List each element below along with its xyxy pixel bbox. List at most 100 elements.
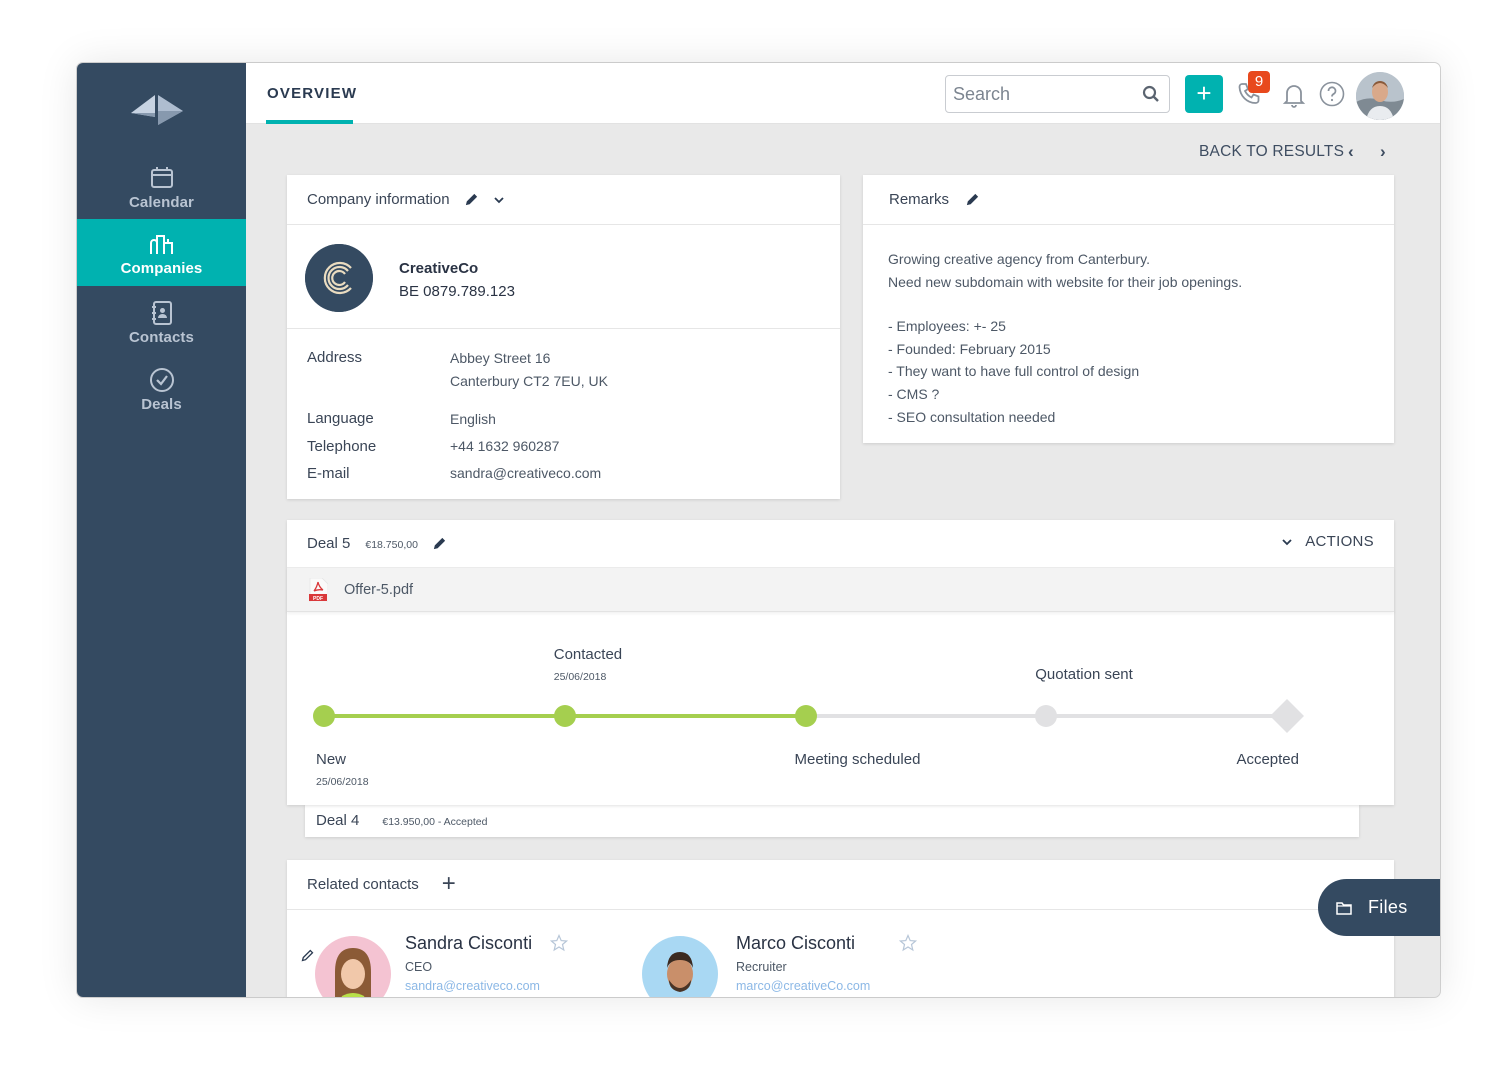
remark-line: Growing creative agency from Canterbury.	[888, 251, 1150, 267]
remark-line: - They want to have full control of desi…	[888, 363, 1140, 380]
pipeline-stage-marker[interactable]	[794, 705, 817, 727]
pipeline-segment	[805, 714, 1047, 718]
user-avatar[interactable]	[1356, 72, 1404, 120]
pipeline-stage-marker[interactable]	[553, 705, 576, 727]
sidebar-item-contacts[interactable]: Contacts	[77, 288, 246, 355]
telephone-value[interactable]: +44 1632 960287	[450, 438, 559, 454]
star-icon[interactable]	[550, 934, 568, 952]
related-contacts-card: Related contacts + Sandra Cisconti CEO s…	[287, 860, 1394, 997]
language-value: English	[450, 411, 496, 427]
sidebar-item-label: Companies	[120, 260, 203, 277]
bell-icon[interactable]	[1282, 82, 1306, 108]
active-tab-indicator	[266, 120, 353, 124]
chevron-down-icon	[1282, 538, 1292, 545]
sidebar-item-companies[interactable]: Companies	[77, 219, 246, 286]
next-result-button[interactable]: ›	[1380, 142, 1386, 162]
chevron-down-icon[interactable]	[493, 194, 505, 206]
address-book-icon	[151, 301, 172, 325]
remarks-card: Remarks Growing creative agency from Can…	[863, 175, 1394, 443]
sidebar-item-label: Deals	[141, 396, 182, 413]
company-logo-icon	[305, 244, 373, 312]
files-button[interactable]: Files	[1318, 879, 1440, 936]
sidebar-item-deals[interactable]: Deals	[77, 355, 246, 422]
contact-email[interactable]: sandra@creativeco.com	[405, 979, 540, 993]
svg-text:PDF: PDF	[313, 596, 323, 602]
contact-photo-icon	[642, 936, 718, 997]
deal-header: Deal 5 €18.750,00 ACTIONS	[287, 520, 1394, 567]
address-line-1: Abbey Street 16	[450, 350, 551, 366]
contact-role: Recruiter	[736, 960, 787, 974]
pipeline-stage-label: Contacted	[553, 646, 623, 663]
pipeline-stage-label: Quotation sent	[1035, 666, 1133, 683]
card-title: Related contacts	[307, 876, 419, 893]
help-icon[interactable]	[1319, 81, 1345, 107]
deal-amount: €18.750,00	[365, 538, 418, 551]
deal-title: Deal 5	[307, 535, 351, 552]
remark-line: Need new subdomain with website for thei…	[888, 273, 1243, 290]
sidebar-item-calendar[interactable]: Calendar	[77, 153, 246, 220]
edit-icon[interactable]	[965, 192, 980, 207]
contact-photo-icon	[315, 936, 391, 997]
card-header: Remarks	[863, 175, 1394, 225]
actions-label: ACTIONS	[1305, 533, 1374, 550]
file-name: Offer-5.pdf	[344, 581, 414, 598]
contact-role: CEO	[405, 960, 433, 974]
edit-contact-icon[interactable]	[301, 948, 315, 962]
add-button[interactable]: +	[1185, 75, 1223, 113]
email-label: E-mail	[307, 465, 350, 482]
deal-card: Deal 5 €18.750,00 ACTIONS PDF Offer-5.pd…	[287, 520, 1394, 805]
telephone-label: Telephone	[307, 438, 377, 455]
contact-name[interactable]: Marco Cisconti	[736, 933, 855, 954]
app-window: Calendar Companies Contacts Deals OVERVI…	[77, 63, 1440, 997]
add-contact-button[interactable]: +	[442, 870, 456, 898]
company-name: CreativeCo	[399, 260, 479, 277]
back-to-results-link[interactable]: BACK TO RESULTS	[1199, 143, 1344, 161]
language-label: Language	[307, 410, 374, 427]
deal-title: Deal 4	[316, 812, 360, 829]
sidebar-item-label: Calendar	[129, 194, 194, 211]
actions-dropdown[interactable]: ACTIONS	[1281, 533, 1374, 550]
files-label: Files	[1368, 897, 1408, 917]
pipeline-stage-marker[interactable]	[313, 705, 335, 727]
remark-line: - Founded: February 2015	[888, 340, 1051, 357]
address-label: Address	[307, 349, 363, 366]
contact-email[interactable]: marco@creativeCo.com	[736, 979, 870, 993]
tab-overview[interactable]: OVERVIEW	[267, 85, 357, 102]
folder-icon	[1336, 901, 1352, 915]
sidebar: Calendar Companies Contacts Deals	[77, 63, 246, 997]
contact-name[interactable]: Sandra Cisconti	[405, 933, 532, 954]
pipeline-stage-label: Meeting scheduled	[794, 751, 921, 768]
deal-pipeline: New 25/06/2018 Contacted 25/06/2018 Meeting …	[287, 613, 1394, 803]
edit-icon[interactable]	[464, 192, 479, 207]
pipeline-stage-label: Accepted	[1236, 751, 1299, 768]
calls-badge: 9	[1248, 71, 1270, 93]
star-icon[interactable]	[899, 934, 917, 952]
calendar-icon	[150, 167, 173, 188]
remark-line: - Employees: +- 25	[888, 318, 1006, 335]
card-header: Related contacts +	[287, 860, 1394, 910]
pipeline-stage-marker[interactable]	[1035, 705, 1058, 727]
pipeline-final-marker[interactable]	[1270, 699, 1304, 733]
pipeline-stage-date: 25/06/2018	[316, 776, 369, 788]
attached-file[interactable]: PDF Offer-5.pdf	[287, 567, 1394, 612]
search-box[interactable]	[945, 75, 1170, 113]
contact-avatar[interactable]	[642, 936, 718, 997]
address-line-2: Canterbury CT2 7EU, UK	[450, 373, 608, 389]
pipeline-stage-date: 25/06/2018	[553, 671, 607, 683]
email-value[interactable]: sandra@creativeco.com	[450, 465, 601, 481]
check-circle-icon	[149, 368, 174, 392]
contact-avatar[interactable]	[315, 936, 391, 997]
search-input[interactable]	[953, 84, 1133, 105]
previous-result-button[interactable]: ‹	[1348, 142, 1354, 162]
buildings-icon	[149, 235, 173, 254]
user-photo-icon	[1356, 72, 1404, 120]
deal-4-row[interactable]: Deal 4 €13.950,00 - Accepted	[305, 804, 1359, 837]
search-icon[interactable]	[1142, 85, 1160, 103]
company-information-card: Company information CreativeCo BE 0879.7…	[287, 175, 840, 499]
edit-icon[interactable]	[432, 536, 447, 551]
remarks-text: Growing creative agency from Canterbury.…	[863, 225, 1394, 451]
pipeline-segment	[1046, 714, 1287, 718]
remark-line: - CMS ?	[888, 385, 940, 402]
company-vat-number: BE 0879.789.123	[399, 283, 515, 300]
app-logo-icon[interactable]	[129, 91, 185, 127]
